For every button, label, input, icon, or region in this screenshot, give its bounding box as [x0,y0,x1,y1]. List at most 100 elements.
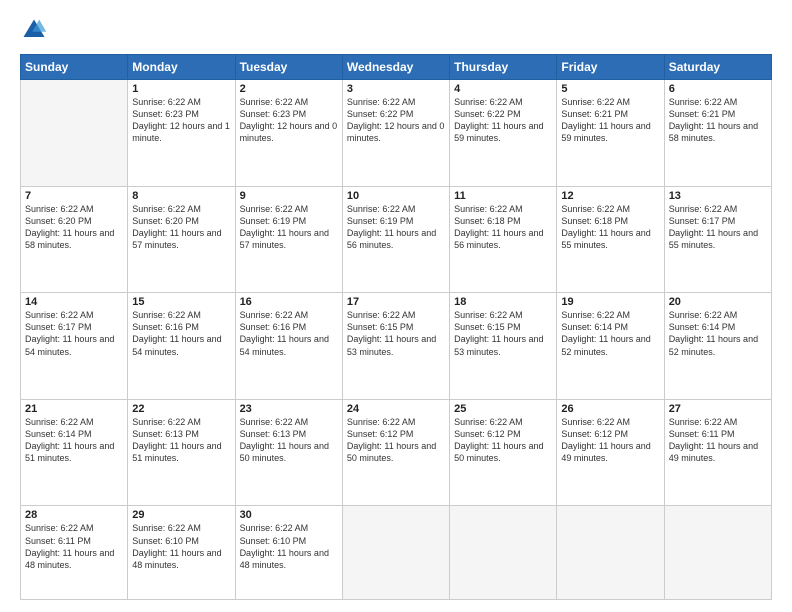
day-info: Sunrise: 6:22 AMSunset: 6:19 PMDaylight:… [240,203,338,252]
weekday-header-wednesday: Wednesday [342,55,449,80]
calendar-cell: 2Sunrise: 6:22 AMSunset: 6:23 PMDaylight… [235,80,342,187]
calendar-cell: 5Sunrise: 6:22 AMSunset: 6:21 PMDaylight… [557,80,664,187]
day-info: Sunrise: 6:22 AMSunset: 6:14 PMDaylight:… [561,309,659,358]
day-number: 30 [240,509,338,521]
day-info: Sunrise: 6:22 AMSunset: 6:17 PMDaylight:… [25,309,123,358]
day-info: Sunrise: 6:22 AMSunset: 6:18 PMDaylight:… [454,203,552,252]
day-number: 2 [240,83,338,95]
day-info: Sunrise: 6:22 AMSunset: 6:12 PMDaylight:… [347,416,445,465]
day-number: 5 [561,83,659,95]
day-info: Sunrise: 6:22 AMSunset: 6:13 PMDaylight:… [240,416,338,465]
calendar-cell [450,506,557,600]
calendar-cell: 26Sunrise: 6:22 AMSunset: 6:12 PMDayligh… [557,399,664,506]
logo-icon [20,16,48,44]
calendar-cell: 6Sunrise: 6:22 AMSunset: 6:21 PMDaylight… [664,80,771,187]
weekday-header-sunday: Sunday [21,55,128,80]
day-number: 24 [347,403,445,415]
weekday-header-thursday: Thursday [450,55,557,80]
calendar-cell: 8Sunrise: 6:22 AMSunset: 6:20 PMDaylight… [128,186,235,293]
calendar-cell: 23Sunrise: 6:22 AMSunset: 6:13 PMDayligh… [235,399,342,506]
day-info: Sunrise: 6:22 AMSunset: 6:19 PMDaylight:… [347,203,445,252]
calendar-cell: 15Sunrise: 6:22 AMSunset: 6:16 PMDayligh… [128,293,235,400]
calendar-cell: 11Sunrise: 6:22 AMSunset: 6:18 PMDayligh… [450,186,557,293]
day-number: 26 [561,403,659,415]
weekday-header-friday: Friday [557,55,664,80]
day-info: Sunrise: 6:22 AMSunset: 6:22 PMDaylight:… [454,96,552,145]
calendar-cell: 12Sunrise: 6:22 AMSunset: 6:18 PMDayligh… [557,186,664,293]
calendar-cell: 29Sunrise: 6:22 AMSunset: 6:10 PMDayligh… [128,506,235,600]
day-info: Sunrise: 6:22 AMSunset: 6:11 PMDaylight:… [669,416,767,465]
day-number: 7 [25,190,123,202]
day-info: Sunrise: 6:22 AMSunset: 6:14 PMDaylight:… [669,309,767,358]
day-info: Sunrise: 6:22 AMSunset: 6:16 PMDaylight:… [240,309,338,358]
calendar-cell: 1Sunrise: 6:22 AMSunset: 6:23 PMDaylight… [128,80,235,187]
calendar-cell [342,506,449,600]
day-info: Sunrise: 6:22 AMSunset: 6:10 PMDaylight:… [132,522,230,571]
weekday-header-row: SundayMondayTuesdayWednesdayThursdayFrid… [21,55,772,80]
page-header [20,16,772,44]
weekday-header-tuesday: Tuesday [235,55,342,80]
day-info: Sunrise: 6:22 AMSunset: 6:15 PMDaylight:… [454,309,552,358]
day-info: Sunrise: 6:22 AMSunset: 6:15 PMDaylight:… [347,309,445,358]
day-number: 28 [25,509,123,521]
day-info: Sunrise: 6:22 AMSunset: 6:10 PMDaylight:… [240,522,338,571]
calendar-cell: 4Sunrise: 6:22 AMSunset: 6:22 PMDaylight… [450,80,557,187]
week-row-1: 1Sunrise: 6:22 AMSunset: 6:23 PMDaylight… [21,80,772,187]
day-number: 21 [25,403,123,415]
day-number: 16 [240,296,338,308]
day-number: 11 [454,190,552,202]
calendar-cell: 3Sunrise: 6:22 AMSunset: 6:22 PMDaylight… [342,80,449,187]
calendar-cell [21,80,128,187]
day-info: Sunrise: 6:22 AMSunset: 6:18 PMDaylight:… [561,203,659,252]
week-row-3: 14Sunrise: 6:22 AMSunset: 6:17 PMDayligh… [21,293,772,400]
day-number: 29 [132,509,230,521]
day-number: 4 [454,83,552,95]
day-number: 3 [347,83,445,95]
day-info: Sunrise: 6:22 AMSunset: 6:21 PMDaylight:… [561,96,659,145]
day-number: 17 [347,296,445,308]
calendar-cell: 22Sunrise: 6:22 AMSunset: 6:13 PMDayligh… [128,399,235,506]
day-number: 23 [240,403,338,415]
day-info: Sunrise: 6:22 AMSunset: 6:12 PMDaylight:… [561,416,659,465]
day-number: 8 [132,190,230,202]
day-number: 25 [454,403,552,415]
weekday-header-saturday: Saturday [664,55,771,80]
day-number: 14 [25,296,123,308]
calendar-cell: 14Sunrise: 6:22 AMSunset: 6:17 PMDayligh… [21,293,128,400]
calendar-cell: 27Sunrise: 6:22 AMSunset: 6:11 PMDayligh… [664,399,771,506]
day-info: Sunrise: 6:22 AMSunset: 6:11 PMDaylight:… [25,522,123,571]
day-info: Sunrise: 6:22 AMSunset: 6:20 PMDaylight:… [25,203,123,252]
day-number: 15 [132,296,230,308]
day-number: 12 [561,190,659,202]
calendar-cell: 18Sunrise: 6:22 AMSunset: 6:15 PMDayligh… [450,293,557,400]
day-number: 22 [132,403,230,415]
calendar-cell [557,506,664,600]
day-number: 13 [669,190,767,202]
day-info: Sunrise: 6:22 AMSunset: 6:16 PMDaylight:… [132,309,230,358]
day-number: 9 [240,190,338,202]
day-info: Sunrise: 6:22 AMSunset: 6:13 PMDaylight:… [132,416,230,465]
calendar-cell: 9Sunrise: 6:22 AMSunset: 6:19 PMDaylight… [235,186,342,293]
day-number: 27 [669,403,767,415]
day-number: 1 [132,83,230,95]
calendar-cell: 20Sunrise: 6:22 AMSunset: 6:14 PMDayligh… [664,293,771,400]
calendar-cell: 30Sunrise: 6:22 AMSunset: 6:10 PMDayligh… [235,506,342,600]
day-number: 19 [561,296,659,308]
calendar-cell: 24Sunrise: 6:22 AMSunset: 6:12 PMDayligh… [342,399,449,506]
day-info: Sunrise: 6:22 AMSunset: 6:23 PMDaylight:… [240,96,338,145]
weekday-header-monday: Monday [128,55,235,80]
day-info: Sunrise: 6:22 AMSunset: 6:12 PMDaylight:… [454,416,552,465]
calendar-cell: 28Sunrise: 6:22 AMSunset: 6:11 PMDayligh… [21,506,128,600]
calendar-cell: 21Sunrise: 6:22 AMSunset: 6:14 PMDayligh… [21,399,128,506]
week-row-4: 21Sunrise: 6:22 AMSunset: 6:14 PMDayligh… [21,399,772,506]
logo [20,16,52,44]
week-row-5: 28Sunrise: 6:22 AMSunset: 6:11 PMDayligh… [21,506,772,600]
day-number: 20 [669,296,767,308]
day-number: 10 [347,190,445,202]
day-info: Sunrise: 6:22 AMSunset: 6:14 PMDaylight:… [25,416,123,465]
day-info: Sunrise: 6:22 AMSunset: 6:22 PMDaylight:… [347,96,445,145]
day-info: Sunrise: 6:22 AMSunset: 6:17 PMDaylight:… [669,203,767,252]
calendar-table: SundayMondayTuesdayWednesdayThursdayFrid… [20,54,772,600]
day-info: Sunrise: 6:22 AMSunset: 6:23 PMDaylight:… [132,96,230,145]
calendar-cell: 17Sunrise: 6:22 AMSunset: 6:15 PMDayligh… [342,293,449,400]
